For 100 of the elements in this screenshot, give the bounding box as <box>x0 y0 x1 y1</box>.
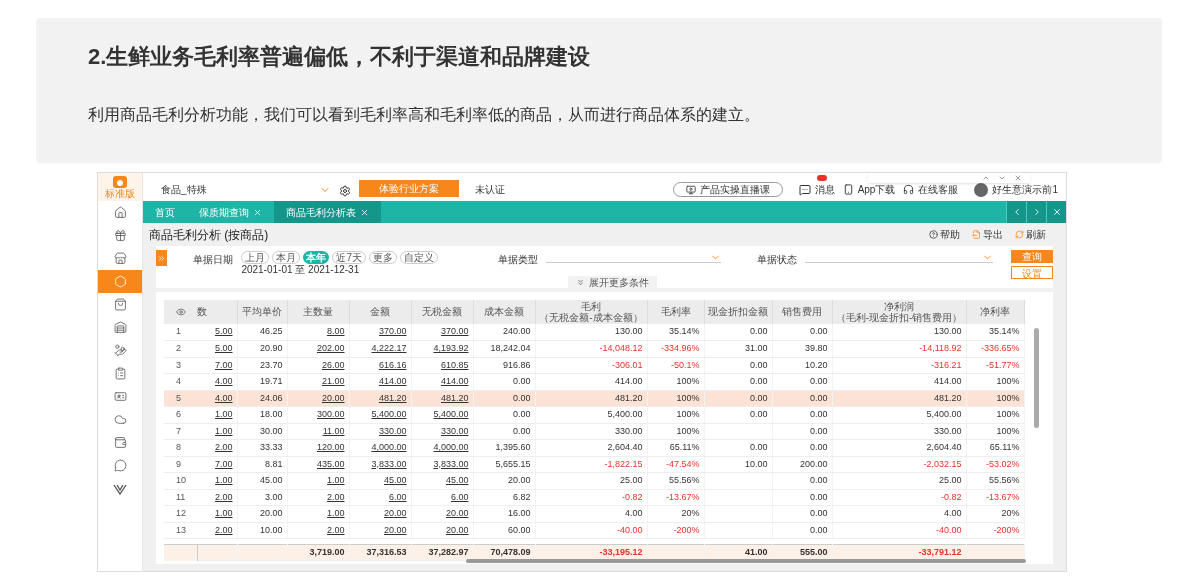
table-cell[interactable]: 481.20 <box>378 392 407 403</box>
table-row[interactable]: 1 5.00 46.25 8.00 370.00 370.00 240.00 130.00 35.14% 0.00 0.00 130.00 35.14% <box>164 324 1024 341</box>
close-icon[interactable] <box>1014 174 1022 182</box>
column-header[interactable]: 净利率 <box>980 306 1010 317</box>
table-cell[interactable]: 2.00 <box>214 442 233 452</box>
table-cell[interactable]: 20.00 <box>383 508 407 518</box>
table-cell[interactable]: 7.00 <box>214 458 233 469</box>
table-cell[interactable]: 5,400.00 <box>433 409 469 419</box>
table-cell[interactable]: 370.00 <box>440 326 469 337</box>
table-cell: 70,478.09 <box>490 546 531 557</box>
table-cell[interactable]: 4,000.00 <box>433 442 469 452</box>
table-cell[interactable]: 481.20 <box>440 392 469 403</box>
table-cell[interactable]: 45.00 <box>445 475 469 485</box>
table-cell[interactable]: 1.00 <box>326 475 345 485</box>
table-cell: 100% <box>996 425 1020 436</box>
company-select[interactable]: 食品_特殊 <box>161 182 331 197</box>
table-cell[interactable]: 20.00 <box>321 392 345 403</box>
column-header[interactable]: 主数量 <box>303 306 333 317</box>
horizontal-scrollbar[interactable] <box>466 559 1026 563</box>
table-cell[interactable]: 330.00 <box>378 425 407 436</box>
table-cell[interactable]: 1.00 <box>214 425 233 436</box>
user-name[interactable]: 好生意演示前1 <box>992 182 1058 197</box>
table-cell[interactable]: 435.00 <box>316 458 345 469</box>
expand-filters-button[interactable]: 展开更多条件 <box>568 276 657 288</box>
table-cell[interactable]: 2.00 <box>326 524 345 535</box>
table-cell[interactable]: 21.00 <box>321 376 345 386</box>
column-header[interactable]: 无税金额 <box>422 306 462 317</box>
table-cell: 5,400.00 <box>926 409 962 419</box>
column-header[interactable]: 现金折扣金额 <box>708 306 768 317</box>
service-link[interactable]: 在线客服 <box>903 182 959 197</box>
column-header[interactable]: 金额 <box>370 306 390 317</box>
column-header[interactable]: 销售费用 <box>782 306 822 317</box>
table-cell[interactable]: 370.00 <box>378 326 407 337</box>
status-select[interactable] <box>804 252 993 263</box>
table-cell[interactable]: 20.00 <box>445 524 469 535</box>
messages-button[interactable]: 消息 <box>798 182 835 197</box>
table-cell[interactable]: 45.00 <box>383 475 407 485</box>
column-visibility-button[interactable] <box>164 300 197 324</box>
type-select[interactable] <box>545 252 721 263</box>
settings-icon[interactable] <box>339 185 351 197</box>
column-header[interactable]: 数 <box>197 306 207 317</box>
table-cell[interactable]: 616.16 <box>378 359 407 370</box>
table-cell: -40.00 <box>616 524 643 535</box>
close-icon[interactable] <box>253 207 262 217</box>
table-cell[interactable]: 4,222.17 <box>371 343 407 353</box>
table-cell[interactable]: 4.00 <box>214 376 233 386</box>
table-cell[interactable]: 6.00 <box>450 491 469 502</box>
table-cell[interactable]: 1.00 <box>326 508 345 518</box>
table-cell[interactable]: 414.00 <box>440 376 469 386</box>
table-cell: 100% <box>676 409 700 419</box>
app-download-link[interactable]: App下载 <box>842 182 896 197</box>
column-header[interactable]: 毛利 （无税金额-成本金额） <box>539 300 643 323</box>
column-header[interactable]: 成本金额 <box>484 306 524 317</box>
table-cell[interactable]: 20.00 <box>383 524 407 535</box>
table-cell[interactable]: 20.00 <box>445 508 469 518</box>
table-cell[interactable]: 5.00 <box>214 326 233 337</box>
toolbar-action[interactable]: 导出 <box>972 227 1003 242</box>
table-cell[interactable]: 2.00 <box>326 491 345 502</box>
column-header[interactable]: 平均单价 <box>242 306 282 317</box>
table-cell[interactable]: 4.00 <box>214 392 233 403</box>
vertical-scrollbar[interactable] <box>1034 328 1039 428</box>
table-cell[interactable]: 300.00 <box>316 409 345 419</box>
table-cell: 37,282.97 <box>428 546 469 557</box>
table-cell[interactable]: 2.00 <box>214 524 233 535</box>
table-cell[interactable]: 414.00 <box>378 376 407 386</box>
table-cell: 5,400.00 <box>607 409 643 419</box>
column-header[interactable]: 毛利率 <box>660 306 691 317</box>
store-icon <box>113 252 127 265</box>
table-cell[interactable]: 5,400.00 <box>371 409 407 419</box>
table-cell[interactable]: 3,833.00 <box>433 458 469 469</box>
table-cell[interactable]: 26.00 <box>321 359 345 370</box>
table-cell: 200.00 <box>799 458 828 469</box>
table-cell[interactable]: 3,833.00 <box>371 458 407 469</box>
table-cell[interactable]: 5.00 <box>214 343 233 353</box>
table-cell[interactable]: 1.00 <box>214 475 233 485</box>
toolbar-action[interactable]: 帮助 <box>929 227 960 242</box>
table-cell[interactable]: 4,000.00 <box>371 442 407 452</box>
auth-status: 未认证 <box>475 183 505 197</box>
table-cell[interactable]: 120.00 <box>316 442 345 452</box>
down-icon[interactable] <box>998 174 1006 182</box>
toolbar-action[interactable]: 刷新 <box>1015 227 1046 242</box>
collapse-filter-button[interactable] <box>156 250 168 266</box>
table-cell[interactable]: 7.00 <box>214 359 233 370</box>
table-cell[interactable]: 202.00 <box>316 343 345 353</box>
table-cell[interactable]: 6.00 <box>388 491 407 502</box>
table-cell[interactable]: 1.00 <box>214 508 233 518</box>
table-cell[interactable]: 1.00 <box>214 409 233 419</box>
table-cell: 35.14% <box>668 326 700 337</box>
table-cell[interactable]: 330.00 <box>440 425 469 436</box>
tab[interactable]: 商品毛利分析表 <box>274 201 381 223</box>
table-cell[interactable]: 4,193.92 <box>433 343 469 353</box>
table-cell: 25.00 <box>619 475 643 485</box>
table-cell[interactable]: 610.85 <box>440 359 469 370</box>
close-icon[interactable] <box>360 207 369 217</box>
column-header[interactable]: 净利润 （毛利-现金折扣-销售费用） <box>835 300 963 323</box>
up-icon[interactable] <box>982 174 990 182</box>
table-cell[interactable]: 11.00 <box>322 425 345 436</box>
table-cell[interactable]: 8.00 <box>326 326 345 337</box>
table-cell: 0.00 <box>749 409 768 419</box>
table-cell[interactable]: 2.00 <box>214 491 233 502</box>
